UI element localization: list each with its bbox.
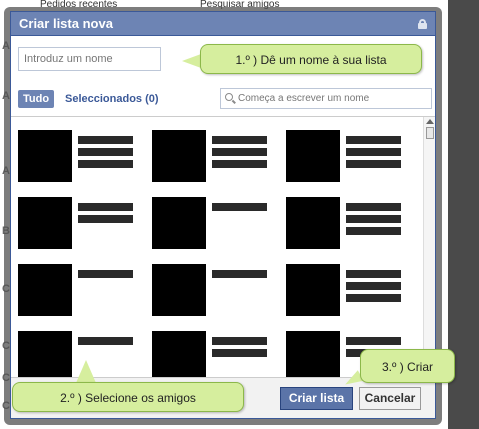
redacted-name xyxy=(346,227,401,235)
redacted-name xyxy=(78,136,133,144)
friend-item[interactable] xyxy=(152,130,282,190)
friend-item[interactable] xyxy=(286,264,416,324)
friend-photo xyxy=(286,130,340,182)
friend-filter-bar: Tudo Seleccionados (0) Começa a escrever… xyxy=(11,86,435,112)
redacted-name xyxy=(212,270,267,278)
redacted-name xyxy=(212,349,267,357)
friend-photo xyxy=(152,197,206,249)
callout-pointer xyxy=(182,54,201,68)
friend-item[interactable] xyxy=(152,197,282,257)
redacted-name xyxy=(346,215,401,223)
redacted-name xyxy=(78,148,133,156)
callout-pointer xyxy=(76,360,96,383)
friend-search-input[interactable]: Começa a escrever um nome xyxy=(220,88,432,109)
friends-grid xyxy=(11,116,435,378)
dialog-title: Criar lista nova xyxy=(19,16,113,31)
redacted-name xyxy=(212,148,267,156)
redacted-name xyxy=(346,148,401,156)
search-icon xyxy=(225,93,236,104)
friend-photo xyxy=(286,197,340,249)
redacted-name xyxy=(346,337,401,345)
redacted-name xyxy=(346,294,401,302)
callout-step3: 3.º ) Criar xyxy=(360,349,455,383)
callout-step1: 1.º ) Dê um nome à sua lista xyxy=(200,44,422,74)
friend-item[interactable] xyxy=(152,331,282,377)
redacted-name xyxy=(78,337,133,345)
redacted-name xyxy=(346,160,401,168)
search-placeholder: Começa a escrever um nome xyxy=(238,93,370,104)
callout-text: 1.º ) Dê um nome à sua lista xyxy=(235,53,387,67)
friend-item[interactable] xyxy=(286,130,416,190)
redacted-name xyxy=(212,337,267,345)
friend-photo xyxy=(286,331,340,377)
tab-all[interactable]: Tudo xyxy=(18,90,55,108)
friend-photo xyxy=(152,264,206,316)
scroll-up-arrow-icon[interactable] xyxy=(426,119,434,124)
redacted-name xyxy=(212,203,267,211)
friend-photo xyxy=(18,264,72,316)
redacted-name xyxy=(78,270,133,278)
friend-item[interactable] xyxy=(18,197,148,257)
callout-text: 3.º ) Criar xyxy=(381,360,434,374)
friend-item[interactable] xyxy=(18,264,148,324)
redacted-name xyxy=(78,160,133,168)
callout-text: 2.º ) Selecione os amigos xyxy=(60,391,196,405)
dialog-titlebar: Criar lista nova xyxy=(11,12,435,36)
friends-scrollbar[interactable] xyxy=(423,117,435,377)
redacted-name xyxy=(78,203,133,211)
redacted-name xyxy=(78,215,133,223)
redacted-name xyxy=(212,136,267,144)
friend-photo xyxy=(18,130,72,182)
redacted-name xyxy=(212,160,267,168)
scroll-thumb[interactable] xyxy=(426,127,434,139)
friend-photo xyxy=(152,130,206,182)
tab-selected[interactable]: Seleccionados (0) xyxy=(65,90,159,108)
redacted-name xyxy=(346,203,401,211)
callout-step2: 2.º ) Selecione os amigos xyxy=(12,382,244,412)
friend-item[interactable] xyxy=(286,197,416,257)
redacted-name xyxy=(346,282,401,290)
friend-item[interactable] xyxy=(18,130,148,190)
create-list-button[interactable]: Criar lista xyxy=(280,387,353,410)
redacted-name xyxy=(346,270,401,278)
friend-photo xyxy=(152,331,206,377)
friend-photo xyxy=(286,264,340,316)
friend-item[interactable] xyxy=(152,264,282,324)
friend-photo xyxy=(18,331,72,377)
redacted-name xyxy=(346,136,401,144)
lock-icon xyxy=(418,19,427,29)
list-name-input[interactable] xyxy=(18,47,161,71)
cancel-button[interactable]: Cancelar xyxy=(359,387,421,410)
friend-photo xyxy=(18,197,72,249)
